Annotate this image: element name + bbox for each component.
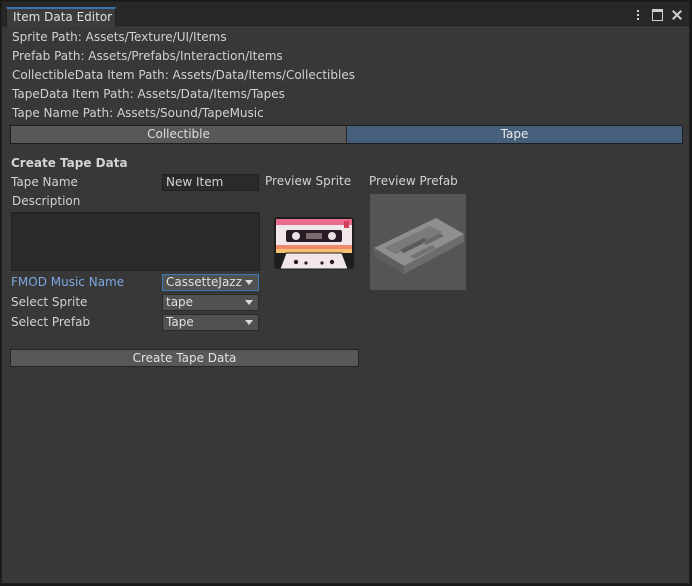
- tab-item-data-editor[interactable]: Item Data Editor: [6, 7, 116, 27]
- tab-collectible[interactable]: Collectible: [11, 126, 347, 143]
- item-data-editor-window: Item Data Editor Sprite Path: Assets/Tex…: [1, 1, 690, 584]
- chevron-down-icon: [245, 320, 253, 325]
- chevron-down-icon: [245, 280, 253, 285]
- sprite-path-text: Sprite Path: Assets/Texture/UI/Items: [12, 30, 227, 44]
- select-sprite-dropdown[interactable]: tape: [162, 294, 259, 311]
- fmod-music-name-label: FMOD Music Name: [11, 275, 125, 289]
- tape-name-input[interactable]: New Item: [162, 174, 259, 191]
- preview-prefab-label: Preview Prefab: [369, 174, 458, 188]
- fmod-music-name-value: CassetteJazz: [166, 275, 242, 289]
- description-textarea[interactable]: [11, 212, 260, 271]
- collectible-path-text: CollectibleData Item Path: Assets/Data/I…: [12, 68, 355, 82]
- mode-toolbar: Collectible Tape: [10, 125, 683, 144]
- tape-prefab-model-icon: [374, 218, 464, 274]
- more-options-icon[interactable]: [632, 9, 644, 21]
- select-sprite-value: tape: [166, 295, 194, 309]
- maximize-icon[interactable]: [652, 9, 663, 21]
- create-tape-data-button[interactable]: Create Tape Data: [10, 349, 359, 367]
- preview-prefab-image: [370, 194, 466, 290]
- window-controls: [632, 7, 683, 23]
- chevron-down-icon: [245, 300, 253, 305]
- tab-tape[interactable]: Tape: [347, 126, 682, 143]
- close-icon[interactable]: [671, 9, 683, 21]
- tape-data-path-text: TapeData Item Path: Assets/Data/Items/Ta…: [12, 87, 285, 101]
- section-title: Create Tape Data: [11, 156, 128, 170]
- tab-bar: Item Data Editor: [2, 2, 689, 27]
- select-prefab-label: Select Prefab: [11, 315, 91, 329]
- cassette-tape-icon: [274, 217, 354, 270]
- tape-name-label: Tape Name: [11, 175, 78, 189]
- description-label: Description: [12, 194, 81, 208]
- select-prefab-dropdown[interactable]: Tape: [162, 314, 259, 331]
- prefab-path-text: Prefab Path: Assets/Prefabs/Interaction/…: [12, 49, 283, 63]
- preview-sprite-label: Preview Sprite: [265, 174, 352, 188]
- tape-name-path-text: Tape Name Path: Assets/Sound/TapeMusic: [12, 106, 264, 120]
- select-prefab-value: Tape: [166, 315, 194, 329]
- fmod-music-name-dropdown[interactable]: CassetteJazz: [162, 274, 259, 291]
- preview-sprite-image: [272, 215, 356, 271]
- select-sprite-label: Select Sprite: [11, 295, 88, 309]
